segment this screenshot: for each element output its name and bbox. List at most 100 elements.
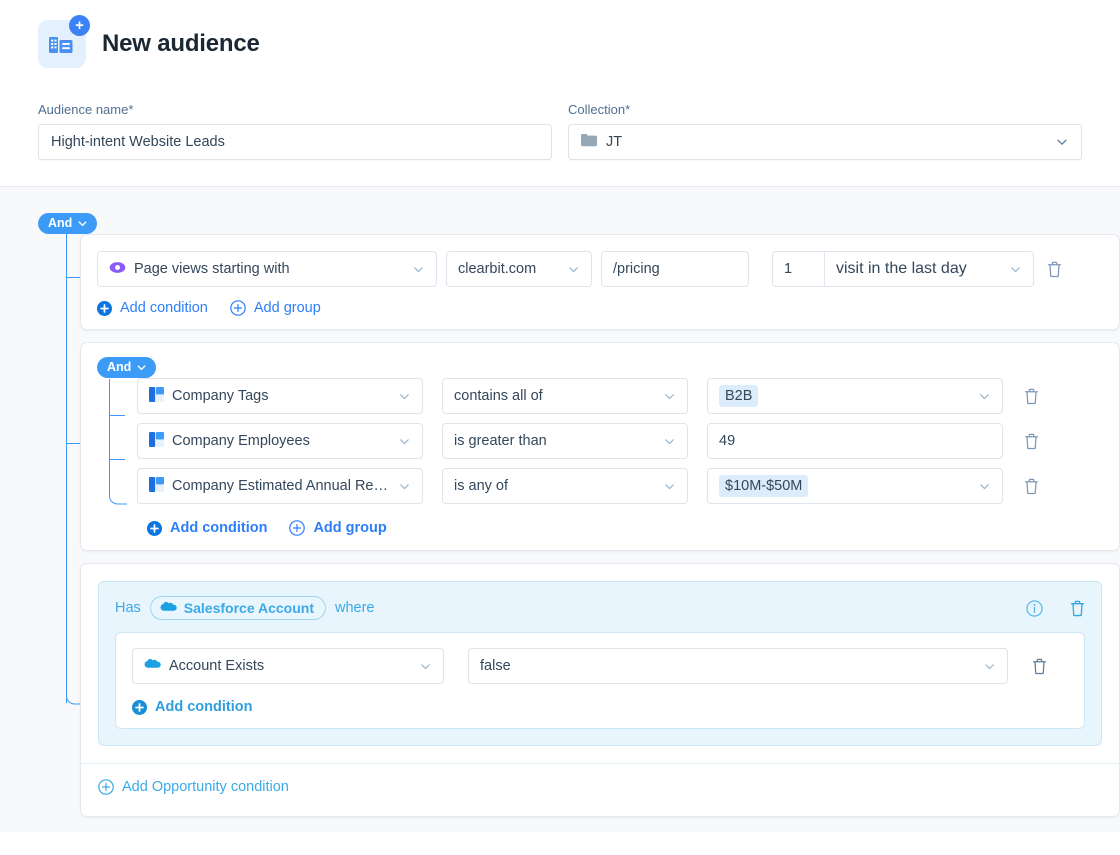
value-chip: $10M-$50M [719, 475, 809, 497]
new-audience-icon: + [38, 15, 90, 68]
chevron-down-icon [419, 660, 432, 673]
field-select-value: Page views starting with [134, 261, 290, 277]
chevron-down-icon [77, 218, 88, 229]
group2-operator-toggle[interactable]: And [97, 357, 157, 378]
field-select-company-revenue[interactable]: Company Estimated Annual Revenue [137, 468, 423, 504]
condition-row: Account Exists false [132, 648, 1068, 684]
delete-condition-button[interactable] [1043, 261, 1065, 278]
plus-badge-icon: + [69, 15, 90, 36]
frequency-select[interactable]: visit in the last day [825, 252, 1033, 286]
chevron-down-icon [663, 435, 676, 448]
chevron-down-icon [567, 263, 580, 276]
chevron-down-icon [412, 263, 425, 276]
plus-circle-filled-icon [147, 520, 162, 536]
collection-label: Collection* [568, 102, 631, 117]
value-select-account-exists[interactable]: false [468, 648, 1008, 684]
page-title: New audience [102, 30, 260, 57]
operator-select[interactable]: contains all of [442, 378, 688, 414]
delete-object-button[interactable] [1070, 600, 1085, 617]
nested-group: And Company Tags contains all of B2B Com… [97, 357, 1103, 536]
salesforce-object-card: Has Salesforce Account where Account Exi… [80, 563, 1120, 817]
plus-circle-outline-icon [230, 300, 246, 316]
operator-select[interactable]: is greater than [442, 423, 688, 459]
value-select[interactable]: B2B [707, 378, 1003, 414]
condition-card-pageviews: Page views starting with clearbit.com /p… [80, 234, 1120, 330]
add-group-button[interactable]: Add group [230, 300, 321, 316]
salesforce-object-label: Salesforce Account [183, 600, 314, 616]
delete-condition-button[interactable] [1028, 658, 1050, 675]
condition-group-card-company: And Company Tags contains all of B2B Com… [80, 342, 1120, 551]
group2-operator-label: And [107, 360, 132, 374]
field-select-company-employees[interactable]: Company Employees [137, 423, 423, 459]
building-glyph [49, 37, 73, 53]
collection-field-group: Collection* JT [568, 102, 1082, 160]
chevron-down-icon [983, 660, 996, 673]
chevron-down-icon [398, 435, 411, 448]
chevron-down-icon [136, 362, 147, 373]
title-bar: + New audience [0, 0, 1120, 68]
field-select-company-tags[interactable]: Company Tags [137, 378, 423, 414]
salesforce-object-chip[interactable]: Salesforce Account [149, 596, 326, 620]
tree-branch-g2-2 [109, 459, 125, 460]
operator-value: contains all of [454, 388, 543, 404]
field-value: Company Estimated Annual Revenue [172, 478, 390, 494]
add-condition-button[interactable]: Add condition [97, 300, 208, 316]
visit-count-input[interactable]: 1 [773, 252, 825, 286]
delete-condition-button[interactable] [1020, 388, 1042, 405]
clearbit-icon [149, 386, 164, 406]
group2-actions: Add condition Add group [147, 520, 1103, 536]
tree-branch-g2-3-curve [109, 485, 127, 505]
value-text: 49 [719, 433, 736, 449]
path-input[interactable]: /pricing [601, 251, 749, 287]
audience-name-input[interactable]: Hight-intent Website Leads [38, 124, 552, 160]
salesforce-actions: Add condition [132, 699, 1068, 715]
chevron-down-icon [398, 390, 411, 403]
clearbit-icon [149, 431, 164, 451]
field-value: Company Tags [172, 388, 269, 404]
frequency-control: 1 visit in the last day [772, 251, 1034, 287]
frequency-value: visit in the last day [836, 260, 967, 277]
salesforce-panel: Has Salesforce Account where Account Exi… [98, 581, 1102, 746]
operator-select[interactable]: is any of [442, 468, 688, 504]
salesforce-cloud-icon [144, 658, 161, 674]
plus-circle-filled-icon [97, 300, 112, 316]
add-group-button[interactable]: Add group [289, 520, 387, 536]
plus-circle-filled-icon [132, 699, 147, 715]
operator-value: is any of [454, 478, 508, 494]
chevron-down-icon [1055, 135, 1069, 149]
root-operator-label: And [48, 216, 73, 230]
field-select-pageviews[interactable]: Page views starting with [97, 251, 437, 287]
root-operator-toggle[interactable]: And [38, 213, 98, 234]
page-header: + New audience Audience name* Hight-inte… [0, 0, 1120, 187]
domain-select[interactable]: clearbit.com [446, 251, 592, 287]
group2-rows: Company Tags contains all of B2B Company… [137, 378, 1103, 536]
field-select-account-exists[interactable]: Account Exists [132, 648, 444, 684]
audience-name-field-group: Audience name* Hight-intent Website Lead… [38, 102, 552, 160]
delete-condition-button[interactable] [1020, 433, 1042, 450]
salesforce-panel-header: Has Salesforce Account where [115, 596, 1085, 620]
value-input[interactable]: 49 [707, 423, 1003, 459]
has-label: Has [115, 600, 141, 616]
chevron-down-icon [398, 480, 411, 493]
folder-icon [581, 133, 597, 151]
delete-condition-button[interactable] [1020, 478, 1042, 495]
form-fields: Audience name* Hight-intent Website Lead… [0, 68, 1120, 186]
value-select[interactable]: $10M-$50M [707, 468, 1003, 504]
condition-builder-canvas: And Page views starting with clearbit.co… [0, 187, 1120, 832]
salesforce-footer: Add Opportunity condition [81, 763, 1119, 816]
add-condition-button[interactable]: Add condition [132, 699, 252, 715]
field-value: Company Employees [172, 433, 310, 449]
salesforce-condition-body: Account Exists false Add condition [115, 632, 1085, 729]
audience-name-label: Audience name* [38, 102, 134, 117]
tree-branch-1 [66, 277, 80, 278]
root-group: And Page views starting with clearbit.co… [0, 187, 1120, 817]
value-text: false [480, 658, 511, 674]
chevron-down-icon [1009, 263, 1022, 276]
add-opportunity-condition-button[interactable]: Add Opportunity condition [98, 779, 289, 795]
chevron-down-icon [663, 390, 676, 403]
add-condition-button[interactable]: Add condition [147, 520, 267, 536]
group-cards: Page views starting with clearbit.com /p… [80, 234, 1120, 817]
salesforce-cloud-icon [160, 600, 177, 616]
info-icon[interactable] [1026, 599, 1043, 617]
collection-select[interactable]: JT [568, 124, 1082, 160]
